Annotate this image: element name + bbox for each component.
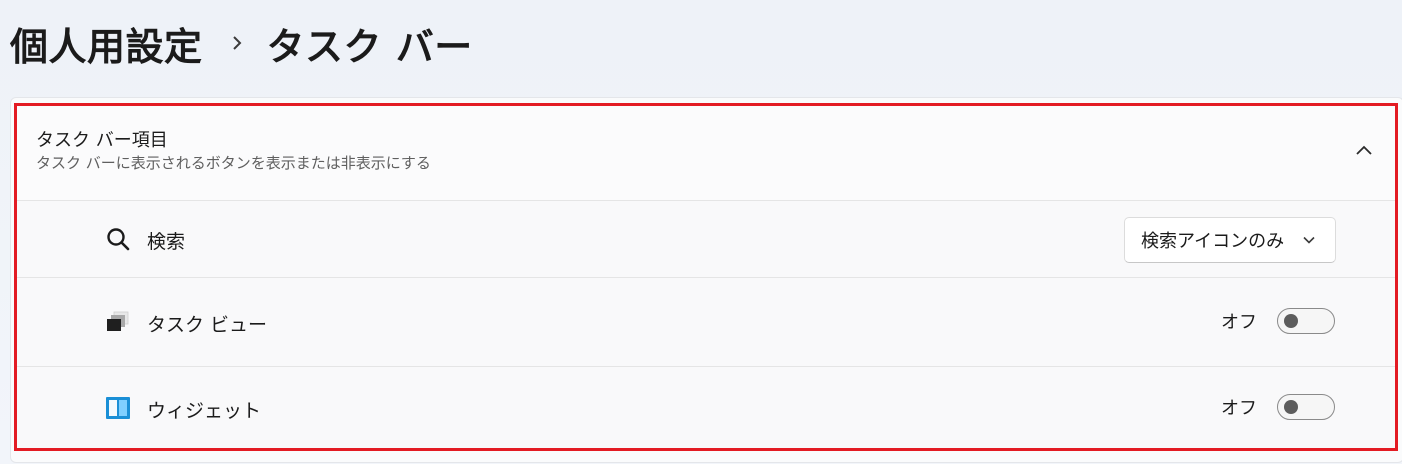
highlight-box	[14, 103, 1398, 451]
chevron-right-icon	[225, 31, 249, 55]
breadcrumb: 個人用設定 タスク バー	[10, 16, 473, 70]
breadcrumb-parent[interactable]: 個人用設定	[10, 16, 203, 71]
page-title: タスク バー	[266, 24, 473, 69]
